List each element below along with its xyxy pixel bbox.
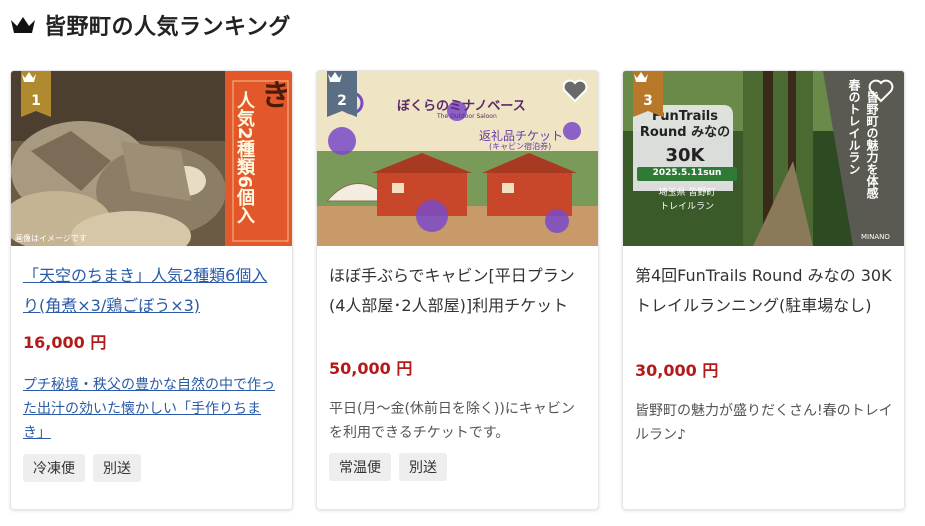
product-title[interactable]: 「天空のちまき」人気2種類6個入り(角煮×3/鶏ごぼう×3) [23, 261, 283, 321]
ranking-card-1[interactable]: 天空のちまき 人気2種類6個入 画像はイメージです 1 「天空のちまき」人気2種… [10, 70, 293, 510]
product-description[interactable]: プチ秘境・秩父の豊かな自然の中で作った出汁の効いた懐かしい「手作りちまき」 [23, 373, 281, 445]
image-ticket-sub: (キャビン宿泊券) [489, 142, 552, 151]
rank-badge: 2 [327, 71, 357, 117]
image-brand-sub: The Outdoor Saloon [437, 113, 497, 120]
tag-shipping: 冷凍便 [23, 454, 85, 482]
rank-number: 1 [31, 93, 41, 109]
rank-badge: 1 [21, 71, 51, 117]
rank-number: 3 [643, 93, 653, 109]
image-credit: 画像はイメージです [15, 234, 87, 243]
ranking-card-3[interactable]: FunTrails Round みなの 30K 2025.5.11sun 埼玉県… [622, 70, 905, 510]
heart-icon[interactable] [868, 79, 894, 103]
image-caption-sub: 人気2種類6個入 [234, 91, 255, 225]
image-logo: MINANO [861, 233, 890, 241]
tag-shipping: 常温便 [329, 453, 391, 481]
image-caption-main: 天空のちまき [255, 79, 292, 229]
page-title: 皆野町の人気ランキング [44, 15, 291, 40]
tag-delivery: 別送 [399, 453, 447, 481]
crown-icon [328, 72, 342, 82]
shipping-tags: 常温便 別送 [329, 453, 447, 481]
crown-icon [634, 72, 648, 82]
rank-badge: 3 [633, 71, 663, 117]
ranking-card-2[interactable]: ぼくらのミナノベース The Outdoor Saloon 返礼品チケット (キ… [316, 70, 599, 510]
product-title[interactable]: ほぼ手ぶらでキャビン[平日プラン(4人部屋･2人部屋)]利用チケット [329, 261, 589, 321]
product-image-trailrun[interactable]: FunTrails Round みなの 30K 2025.5.11sun 埼玉県… [623, 71, 904, 246]
product-title[interactable]: 第4回FunTrails Round みなの 30K トレイルランニング(駐車場… [635, 261, 895, 321]
product-price: 30,000 円 [635, 361, 719, 380]
image-vertical-1: 皆野町の魅力を体感 [865, 91, 879, 199]
image-vertical-2: 春のトレイルラン [847, 79, 861, 175]
image-date: 2025.5.11sun [652, 168, 722, 178]
crown-icon [11, 17, 35, 33]
product-description: 平日(月～金(休前日を除く))にキャビンを利用できるチケットです。 [329, 401, 575, 441]
rank-number: 2 [337, 93, 347, 109]
tag-delivery: 別送 [93, 454, 141, 482]
ranking-header: 皆野町の人気ランキング [10, 8, 291, 42]
product-price: 50,000 円 [329, 359, 413, 378]
crown-icon [22, 72, 36, 82]
image-brand: ぼくらのミナノベース [397, 99, 526, 114]
heart-icon[interactable] [562, 79, 588, 103]
product-image-cabin[interactable]: ぼくらのミナノベース The Outdoor Saloon 返礼品チケット (キ… [317, 71, 598, 246]
product-description: 皆野町の魅力が盛りだくさん!春のトレイルラン♪ [635, 403, 893, 443]
image-place: 埼玉県 皆野町 [658, 188, 716, 198]
product-image-chimaki[interactable]: 天空のちまき 人気2種類6個入 画像はイメージです [11, 71, 292, 246]
image-distance: 30K [665, 145, 705, 166]
image-kind: トレイルラン [659, 202, 714, 212]
product-price: 16,000 円 [23, 333, 107, 352]
shipping-tags: 冷凍便 別送 [23, 454, 141, 482]
